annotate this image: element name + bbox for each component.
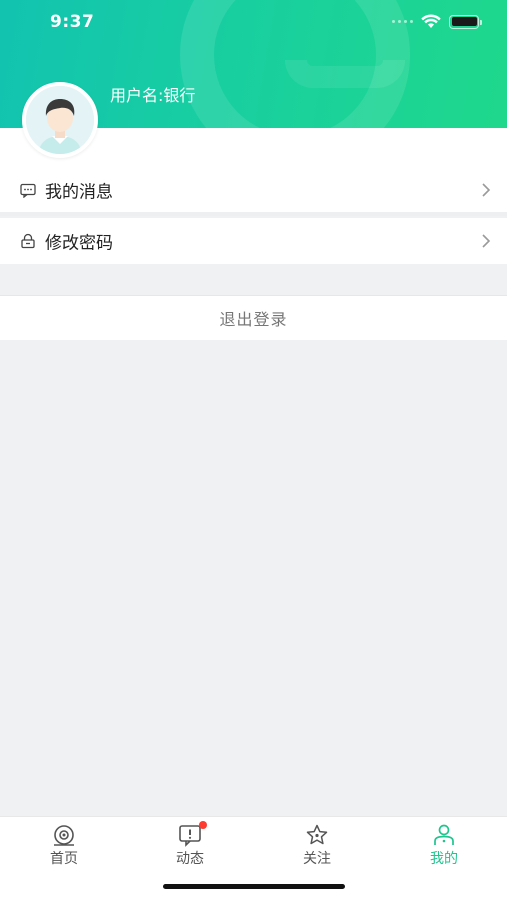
- alert-icon-wrap: [178, 821, 207, 847]
- notification-badge: [199, 821, 207, 829]
- chevron-right-icon: [482, 183, 491, 197]
- tab-home[interactable]: 首页: [24, 823, 104, 873]
- star-icon: [306, 824, 328, 845]
- menu-item-label: 修改密码: [45, 233, 113, 254]
- username-label: 用户名:银行: [110, 86, 196, 105]
- status-time: 9:37: [50, 12, 95, 32]
- menu-item-label: 我的消息: [45, 182, 113, 203]
- cellular-signal-icon: [392, 20, 413, 23]
- profile-screen: 9:37 用户名:银行 我的消息 修改密码 退出登录 首页 动态 关注 我的: [0, 0, 507, 900]
- home-indicator: [163, 884, 345, 889]
- status-bar: 9:37: [0, 0, 507, 44]
- logout-button[interactable]: 退出登录: [0, 295, 507, 340]
- chevron-right-icon: [482, 234, 491, 248]
- tab-label: 关注: [303, 851, 331, 867]
- tab-label: 我的: [430, 851, 458, 867]
- status-icons: [392, 14, 482, 29]
- message-icon: [20, 183, 36, 198]
- tab-label: 动态: [176, 851, 204, 867]
- eye-icon: [54, 825, 74, 846]
- logout-label: 退出登录: [219, 310, 288, 329]
- header-decoration-smile: [285, 60, 405, 88]
- avatar-person-icon: [26, 86, 94, 154]
- menu-item-messages[interactable]: 我的消息: [0, 168, 507, 216]
- wifi-icon: [421, 14, 441, 28]
- tab-label: 首页: [50, 851, 78, 867]
- menu-item-change-password[interactable]: 修改密码: [0, 218, 507, 264]
- tab-mine[interactable]: 我的: [404, 823, 484, 873]
- tab-follow[interactable]: 关注: [277, 823, 357, 873]
- battery-icon: [449, 14, 482, 29]
- tab-news[interactable]: 动态: [150, 821, 230, 873]
- lock-icon: [21, 233, 35, 249]
- person-icon: [434, 824, 454, 845]
- avatar[interactable]: [22, 82, 98, 158]
